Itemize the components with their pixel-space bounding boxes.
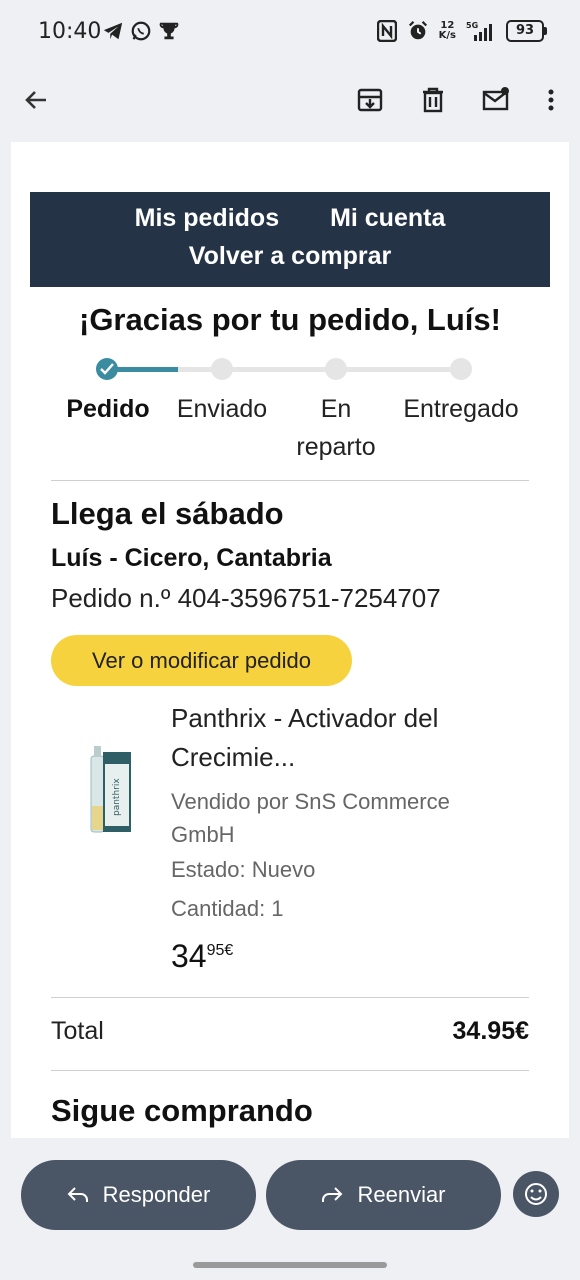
svg-text:5G: 5G [466, 21, 478, 30]
home-indicator[interactable] [193, 1262, 387, 1268]
trash-icon[interactable] [419, 86, 447, 114]
status-bar: 10:40 12 K/s 5G 93 [0, 0, 580, 66]
status-left-icons [102, 20, 180, 42]
email-nav-bar: Mis pedidos Mi cuenta Volver a comprar [30, 192, 550, 287]
product-quantity: Cantidad: 1 [171, 896, 284, 921]
nav-link-buy-again[interactable]: Volver a comprar [189, 242, 391, 270]
progress-dot-out-for-delivery [325, 358, 347, 380]
forward-button[interactable]: Reenviar [266, 1160, 501, 1230]
status-time: 10:40 [38, 19, 102, 44]
reply-icon [67, 1187, 88, 1202]
nav-link-my-orders[interactable]: Mis pedidos [135, 204, 279, 232]
telegram-icon [103, 22, 123, 40]
forward-icon [322, 1187, 343, 1202]
product-price: 3495€ [171, 938, 233, 975]
progress-label-delivered: Entregado [403, 395, 519, 423]
thanks-heading: ¡Gracias por tu pedido, Luís! [79, 302, 501, 337]
divider [51, 1070, 529, 1071]
ship-to: Luís - Cicero, Cantabria [51, 544, 332, 572]
alarm-icon [408, 21, 427, 40]
view-modify-order-button[interactable]: Ver o modificar pedido [51, 635, 352, 686]
emoji-icon [525, 1183, 547, 1205]
trophy-icon [159, 22, 179, 40]
price-decimal: 95€ [206, 942, 234, 959]
progress-line-done [108, 367, 178, 372]
order-number: Pedido n.º 404-3596751-7254707 [51, 583, 441, 613]
arrival-heading: Llega el sábado [51, 496, 284, 531]
progress-label-ordered: Pedido [66, 395, 150, 423]
forward-label: Reenviar [357, 1182, 446, 1207]
reply-label: Responder [102, 1182, 211, 1207]
product-state: Estado: Nuevo [171, 857, 316, 882]
emoji-reaction-button[interactable] [513, 1171, 559, 1217]
arrow-left-icon[interactable] [22, 86, 50, 114]
progress-label-out-for-delivery: En reparto [296, 395, 376, 461]
product-title[interactable]: Panthrix - Activador del Crecimie... [171, 699, 511, 777]
total-value: 34.95€ [452, 1017, 529, 1045]
keep-shopping-heading: Sigue comprando [51, 1093, 313, 1128]
order-progress: Pedido Enviado En reparto Entregado [51, 353, 531, 463]
reply-button[interactable]: Responder [21, 1160, 256, 1230]
mail-unread-icon[interactable] [482, 86, 510, 114]
progress-dot-ordered [96, 358, 118, 380]
divider [51, 480, 529, 481]
signal-icon: 5G [466, 21, 492, 41]
whatsapp-icon [131, 21, 151, 41]
progress-dot-delivered [450, 358, 472, 380]
nav-link-my-account[interactable]: Mi cuenta [330, 204, 445, 232]
archive-icon[interactable] [356, 86, 384, 114]
product-image[interactable]: panthrix [77, 744, 133, 836]
check-icon [100, 363, 114, 375]
price-integer: 34 [171, 938, 207, 974]
app-toolbar [0, 66, 580, 132]
product-seller: Vendido por SnS Commerce GmbH [171, 789, 450, 847]
progress-label-shipped: Enviado [176, 395, 268, 423]
product-brand: panthrix [112, 778, 122, 816]
net-speed: 12 K/s [438, 20, 456, 41]
progress-dot-shipped [211, 358, 233, 380]
divider [51, 997, 529, 998]
battery-indicator: 93 [506, 20, 547, 42]
email-body: Mis pedidos Mi cuenta Volver a comprar ¡… [11, 142, 569, 1138]
more-vert-icon[interactable] [537, 86, 565, 114]
nfc-icon [376, 20, 397, 42]
status-right-icons: 12 K/s 5G 93 [376, 20, 547, 42]
total-label: Total [51, 1017, 104, 1045]
